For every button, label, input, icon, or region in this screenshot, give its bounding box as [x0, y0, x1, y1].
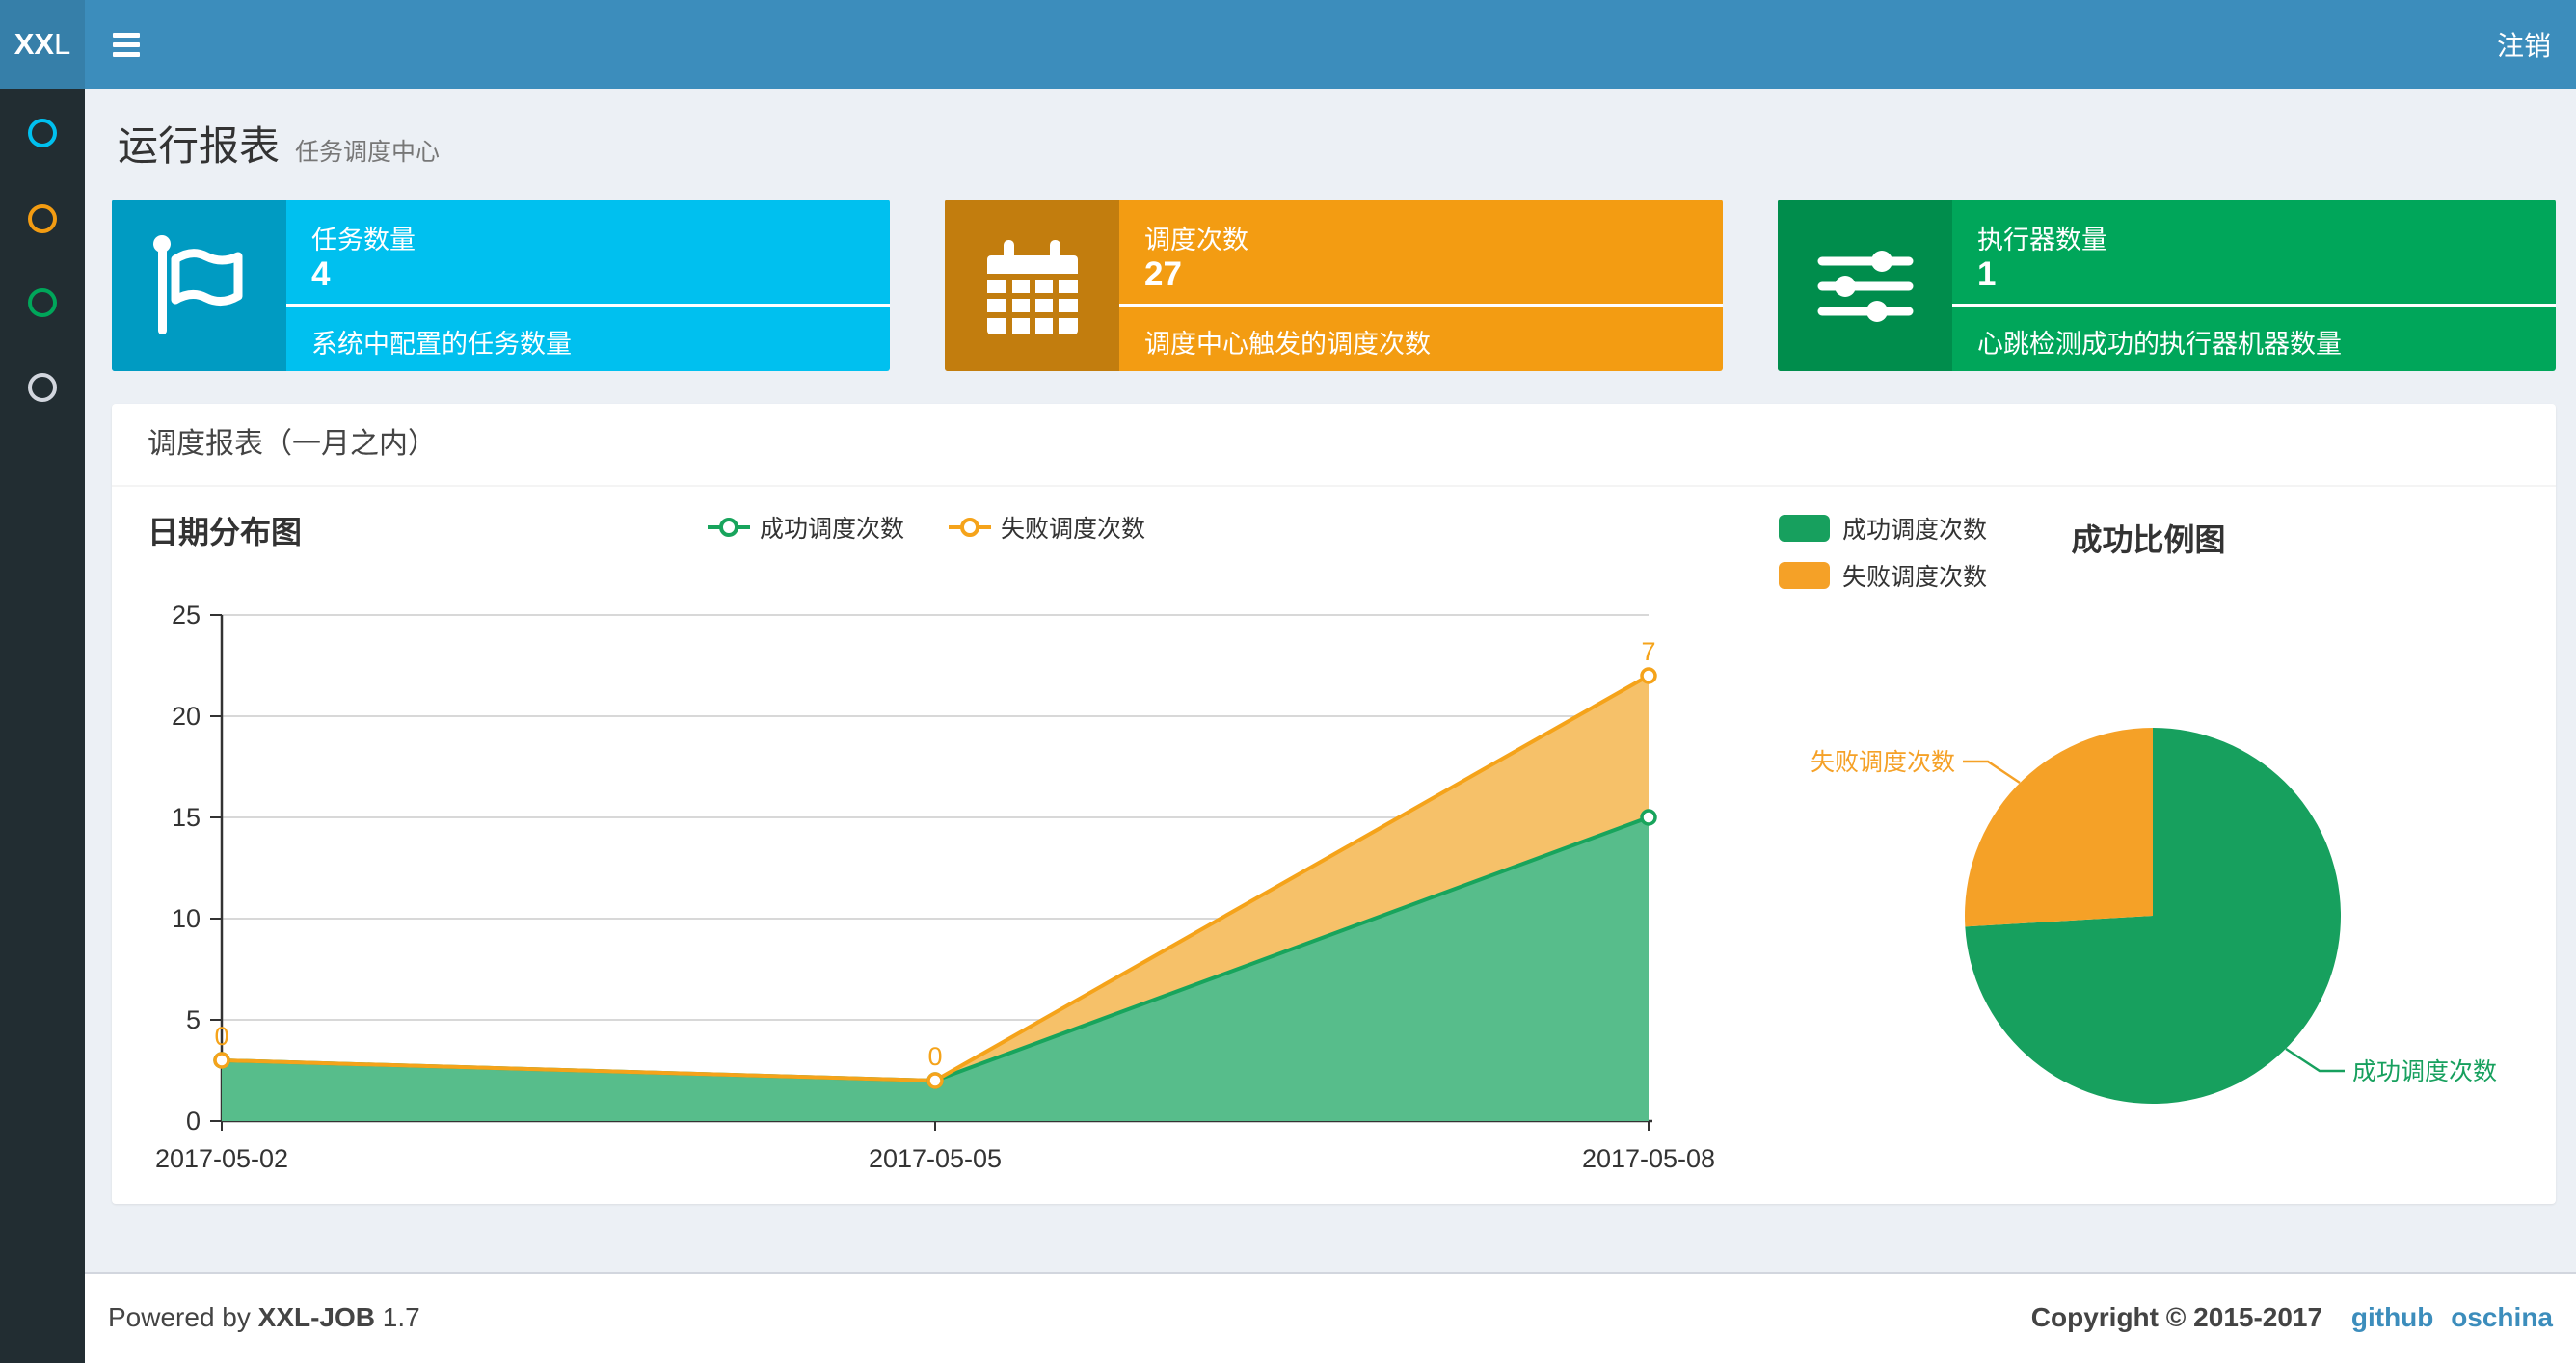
svg-text:2017-05-08: 2017-05-08 — [1582, 1144, 1715, 1173]
circle-outline-icon — [28, 204, 57, 233]
svg-text:0: 0 — [186, 1107, 201, 1136]
app-logo-bold: XX — [13, 27, 55, 61]
product-name: XXL-JOB — [257, 1302, 375, 1332]
svg-text:7: 7 — [1641, 637, 1655, 666]
stat-title: 任务数量 — [311, 226, 416, 254]
divider — [286, 304, 890, 307]
line-marker-icon — [949, 518, 991, 537]
stat-value: 1 — [1977, 255, 1997, 293]
svg-text:0: 0 — [927, 1042, 942, 1071]
svg-text:成功调度次数: 成功调度次数 — [2352, 1058, 2497, 1085]
svg-text:2017-05-05: 2017-05-05 — [869, 1144, 1002, 1173]
legend-label: 失败调度次数 — [1001, 516, 1146, 543]
divider — [1119, 304, 1723, 307]
success-ratio-section: 成功调度次数 失败调度次数 成功比例图 失败调度次数成功调度次数 — [1741, 487, 2556, 1204]
logout-link[interactable]: 注销 — [2497, 0, 2551, 89]
sidebar-item-3[interactable] — [0, 260, 85, 345]
page-subtitle: 任务调度中心 — [295, 139, 441, 166]
divider — [1952, 304, 2556, 307]
svg-text:15: 15 — [172, 803, 201, 832]
svg-text:失败调度次数: 失败调度次数 — [1811, 749, 1955, 776]
page-header: 运行报表 任务调度中心 — [118, 114, 440, 173]
app-logo[interactable]: XX L — [0, 0, 85, 89]
circle-outline-icon — [28, 373, 57, 402]
sidebar-item-1[interactable] — [0, 91, 85, 175]
svg-text:25: 25 — [172, 601, 201, 629]
legend-item-success[interactable]: 成功调度次数 — [707, 510, 904, 545]
date-distribution-section: 日期分布图 成功调度次数 失败调度次数 0 5 10 15 20 25 2017-05-02… — [112, 487, 1741, 1204]
legend-item-fail[interactable]: 失败调度次数 — [949, 510, 1145, 545]
stat-title: 调度次数 — [1144, 226, 1248, 254]
sidebar — [0, 89, 85, 1363]
svg-text:0: 0 — [214, 1022, 228, 1051]
sidebar-item-2[interactable] — [0, 176, 85, 261]
stat-desc: 系统中配置的任务数量 — [311, 330, 572, 359]
stat-card-executors: 执行器数量 1 心跳检测成功的执行器机器数量 — [1778, 200, 2556, 371]
stat-card-triggers: 调度次数 27 调度中心触发的调度次数 — [945, 200, 1723, 371]
powered-by: Powered by XXL-JOB 1.7 — [108, 1302, 420, 1332]
stat-value: 27 — [1144, 255, 1182, 293]
github-link[interactable]: github — [2351, 1302, 2434, 1332]
sidebar-item-4[interactable] — [0, 345, 85, 430]
report-panel: 调度报表（一月之内） 日期分布图 成功调度次数 失败调度次数 0 5 10 15 20 2… — [112, 404, 2556, 1204]
line-marker-icon — [707, 518, 750, 537]
copyright-text: Copyright © 2015-2017 — [2030, 1302, 2323, 1332]
svg-text:5: 5 — [186, 1005, 201, 1034]
pie-chart-title: 成功比例图 — [2071, 522, 2226, 557]
page-title: 运行报表 — [118, 123, 281, 169]
stat-value: 4 — [311, 255, 331, 293]
oschina-link[interactable]: oschina — [2451, 1302, 2553, 1332]
sidebar-toggle-button[interactable] — [94, 0, 158, 89]
calendar-icon — [945, 200, 1119, 371]
legend-label: 成功调度次数 — [759, 516, 904, 543]
sliders-icon — [1778, 200, 1952, 371]
copyright: Copyright © 2015-2017 github oschina — [2031, 1274, 2553, 1361]
product-version: 1.7 — [375, 1302, 420, 1332]
panel-header: 调度报表（一月之内） — [112, 404, 2556, 487]
line-chart-legend: 成功调度次数 失败调度次数 — [112, 510, 1741, 545]
pie-chart: 失败调度次数成功调度次数 — [1811, 728, 2497, 1104]
circle-outline-icon — [28, 288, 57, 317]
svg-text:2017-05-02: 2017-05-02 — [155, 1144, 288, 1173]
flag-icon — [112, 200, 286, 371]
svg-text:10: 10 — [172, 904, 201, 933]
circle-outline-icon — [28, 119, 57, 147]
top-navbar: XX L 注销 — [0, 0, 2576, 89]
hamburger-icon — [113, 32, 140, 38]
app-logo-light: L — [54, 27, 71, 61]
footer: Powered by XXL-JOB 1.7 Copyright © 2015-… — [85, 1272, 2576, 1363]
panel-title: 调度报表（一月之内） — [148, 428, 437, 460]
line-chart: 05101520252017-05-02 2017-05-05 2017-05-08… — [155, 601, 1715, 1173]
stat-title: 执行器数量 — [1977, 226, 2107, 254]
stat-desc: 心跳检测成功的执行器机器数量 — [1977, 330, 2342, 359]
stat-desc: 调度中心触发的调度次数 — [1144, 330, 1431, 359]
stat-card-jobs: 任务数量 4 系统中配置的任务数量 — [112, 200, 890, 371]
svg-text:20: 20 — [172, 702, 201, 731]
